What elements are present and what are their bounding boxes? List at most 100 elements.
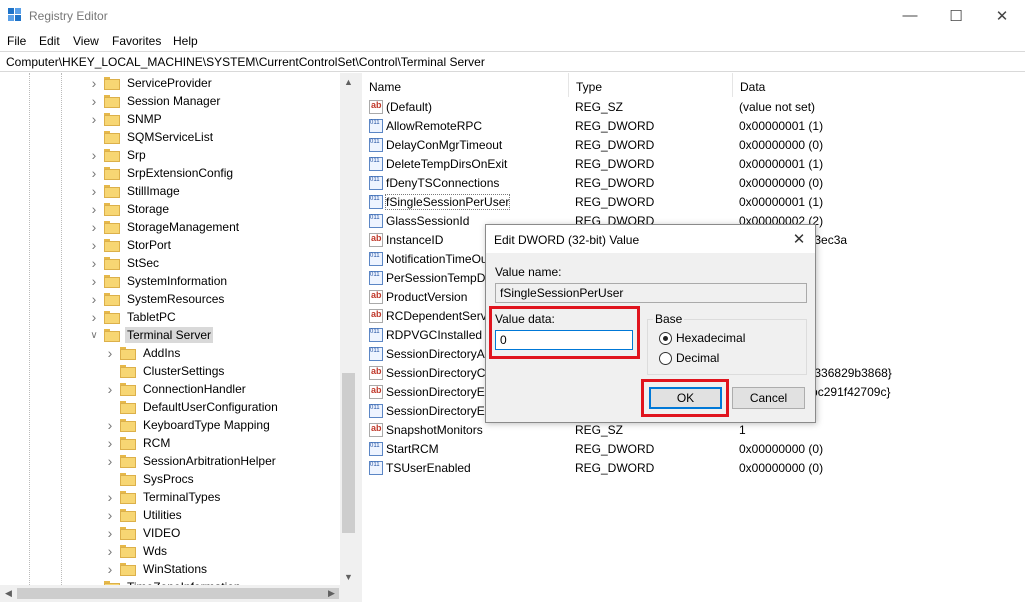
scroll-up-arrow-icon[interactable]: ▲: [340, 73, 357, 90]
chevron-right-icon[interactable]: ›: [88, 200, 100, 218]
menu-file[interactable]: File: [7, 34, 26, 48]
tree-hscroll-thumb[interactable]: [17, 588, 339, 599]
folder-icon: [104, 310, 120, 324]
chevron-down-icon[interactable]: ∨: [88, 326, 100, 344]
tree-node[interactable]: › Utilities: [104, 506, 184, 524]
dialog-title-bar: Edit DWORD (32-bit) Value ✕: [486, 225, 815, 253]
tree-node[interactable]: › AddIns: [104, 344, 182, 362]
tree-node[interactable]: › SystemResources: [88, 290, 226, 308]
tree-node[interactable]: › StillImage: [88, 182, 182, 200]
tree-node-label: SrpExtensionConfig: [127, 166, 234, 180]
tree-node[interactable]: SQMServiceList: [88, 128, 215, 146]
chevron-right-icon[interactable]: ›: [88, 272, 100, 290]
dword-value-icon: [369, 252, 383, 266]
chevron-right-icon[interactable]: ›: [104, 416, 116, 434]
chevron-right-icon[interactable]: ›: [88, 182, 100, 200]
chevron-right-icon[interactable]: ›: [88, 254, 100, 272]
chevron-right-icon[interactable]: ›: [104, 488, 116, 506]
close-button[interactable]: ✕: [979, 0, 1025, 31]
tree-node[interactable]: › StorPort: [88, 236, 173, 254]
tree-node[interactable]: › ConnectionHandler: [104, 380, 248, 398]
tree-node[interactable]: › StSec: [88, 254, 161, 272]
column-header-data[interactable]: Data: [733, 73, 1025, 97]
maximize-button[interactable]: ☐: [933, 0, 979, 31]
value-row[interactable]: StartRCM REG_DWORD 0x00000000 (0): [362, 440, 1025, 459]
value-data: 0x00000001 (1): [739, 195, 824, 209]
value-row[interactable]: AllowRemoteRPC REG_DWORD 0x00000001 (1): [362, 117, 1025, 136]
tree-node-label: ServiceProvider: [127, 76, 212, 90]
chevron-right-icon[interactable]: ›: [104, 542, 116, 560]
tree-node[interactable]: › SrpExtensionConfig: [88, 164, 235, 182]
value-row[interactable]: fDenyTSConnections REG_DWORD 0x00000000 (0…: [362, 174, 1025, 193]
value-type: REG_DWORD: [575, 157, 655, 171]
dword-value-icon: [369, 328, 383, 342]
tree-node[interactable]: DefaultUserConfiguration: [104, 398, 280, 416]
chevron-right-icon[interactable]: ›: [88, 146, 100, 164]
tree-node[interactable]: › TerminalTypes: [104, 488, 222, 506]
tree-node[interactable]: › StorageManagement: [88, 218, 241, 236]
chevron-right-icon[interactable]: ›: [104, 560, 116, 578]
value-data: 0x00000001 (1): [739, 119, 824, 133]
column-header-type[interactable]: Type: [569, 73, 733, 97]
tree-node[interactable]: › SystemInformation: [88, 272, 229, 290]
tree-node[interactable]: › ServiceProvider: [88, 74, 214, 92]
key-tree-pane[interactable]: › ServiceProvider › Session Manager › SNMP SQM…: [0, 73, 357, 602]
tree-node[interactable]: › Storage: [88, 200, 171, 218]
tree-horizontal-scrollbar[interactable]: ◀ ▶: [0, 585, 357, 602]
chevron-right-icon[interactable]: ›: [104, 434, 116, 452]
address-bar[interactable]: Computer\HKEY_LOCAL_MACHINE\SYSTEM\Curre…: [0, 51, 1025, 72]
folder-icon: [120, 490, 136, 504]
tree-node[interactable]: ClusterSettings: [104, 362, 226, 380]
chevron-right-icon[interactable]: ›: [104, 452, 116, 470]
cancel-button[interactable]: Cancel: [732, 387, 805, 409]
chevron-right-icon[interactable]: ›: [104, 344, 116, 362]
decimal-radio[interactable]: Decimal: [659, 350, 799, 366]
tree-node[interactable]: › RCM: [104, 434, 172, 452]
chevron-right-icon[interactable]: ›: [104, 380, 116, 398]
tree-node[interactable]: › WinStations: [104, 560, 209, 578]
chevron-right-icon[interactable]: ›: [88, 308, 100, 326]
tree-node[interactable]: › Srp: [88, 146, 148, 164]
scroll-right-arrow-icon[interactable]: ▶: [323, 585, 340, 602]
tree-scroll-thumb[interactable]: [342, 373, 355, 533]
chevron-right-icon[interactable]: ›: [88, 110, 100, 128]
value-row[interactable]: fSingleSessionPerUser REG_DWORD 0x00000001…: [362, 193, 1025, 212]
menu-view[interactable]: View: [73, 34, 99, 48]
tree-node[interactable]: › Wds: [104, 542, 169, 560]
tree-node[interactable]: ∨ Terminal Server: [88, 326, 214, 344]
chevron-right-icon: [88, 128, 100, 146]
chevron-right-icon[interactable]: ›: [88, 218, 100, 236]
scroll-left-arrow-icon[interactable]: ◀: [0, 585, 17, 602]
dialog-close-icon[interactable]: ✕: [789, 229, 809, 249]
tree-node[interactable]: › KeyboardType Mapping: [104, 416, 272, 434]
scroll-down-arrow-icon[interactable]: ▼: [340, 568, 357, 585]
tree-node[interactable]: SysProcs: [104, 470, 196, 488]
chevron-right-icon[interactable]: ›: [104, 524, 116, 542]
chevron-right-icon[interactable]: ›: [88, 290, 100, 308]
decimal-label: Decimal: [676, 351, 720, 365]
tree-node[interactable]: › SessionArbitrationHelper: [104, 452, 278, 470]
chevron-right-icon[interactable]: ›: [88, 164, 100, 182]
value-row[interactable]: SnapshotMonitors REG_SZ 1: [362, 421, 1025, 440]
value-row[interactable]: DelayConMgrTimeout REG_DWORD 0x00000000 (0…: [362, 136, 1025, 155]
menu-help[interactable]: Help: [173, 34, 198, 48]
value-row[interactable]: (Default) REG_SZ (value not set): [362, 98, 1025, 117]
menu-edit[interactable]: Edit: [39, 34, 60, 48]
chevron-right-icon[interactable]: ›: [88, 74, 100, 92]
minimize-button[interactable]: —: [887, 0, 933, 31]
tree-node[interactable]: › SNMP: [88, 110, 164, 128]
chevron-right-icon[interactable]: ›: [88, 236, 100, 254]
hexadecimal-radio[interactable]: Hexadecimal: [659, 330, 799, 346]
value-row[interactable]: DeleteTempDirsOnExit REG_DWORD 0x00000001 …: [362, 155, 1025, 174]
chevron-right-icon[interactable]: ›: [104, 506, 116, 524]
value-row[interactable]: TSUserEnabled REG_DWORD 0x00000000 (0): [362, 459, 1025, 478]
tree-node[interactable]: › Session Manager: [88, 92, 222, 110]
chevron-right-icon[interactable]: ›: [88, 92, 100, 110]
chevron-right-icon: [104, 398, 116, 416]
base-groupbox: [647, 319, 807, 375]
tree-node[interactable]: › VIDEO: [104, 524, 182, 542]
column-header-name[interactable]: Name: [362, 73, 569, 97]
tree-vertical-scrollbar[interactable]: ▲ ▼: [340, 73, 357, 585]
menu-favorites[interactable]: Favorites: [112, 34, 161, 48]
tree-node[interactable]: › TabletPC: [88, 308, 178, 326]
